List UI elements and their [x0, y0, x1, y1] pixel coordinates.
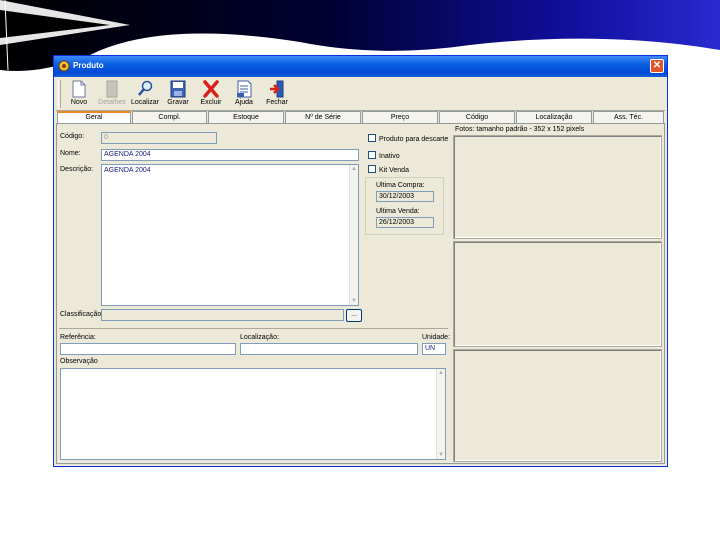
unidade-field[interactable]: UN	[422, 343, 446, 355]
exit-icon	[270, 80, 284, 98]
checkbox-kit-venda[interactable]: Kit Venda	[368, 165, 409, 174]
photos-label: Fotos: tamanho padrão - 352 x 152 pixels	[455, 126, 585, 133]
close-icon: ✕	[652, 60, 662, 71]
help-label: Ajuda	[235, 99, 253, 106]
unidade-label: Unidade:	[422, 334, 451, 341]
ultima-venda-field: 26/12/2003	[376, 217, 434, 228]
save-button[interactable]: Gravar	[161, 79, 195, 110]
ultima-compra-label: Ultima Compra:	[376, 182, 425, 189]
toolbar-grip[interactable]	[58, 80, 61, 108]
localizacao-label: Localização:	[240, 334, 279, 341]
classificacao-label: Classificação:	[60, 311, 104, 318]
details-icon	[106, 80, 118, 98]
ultima-compra-field: 30/12/2003	[376, 191, 434, 202]
delete-button[interactable]: Excluir	[194, 79, 228, 110]
observacao-textarea[interactable]: ▲ ▼	[60, 368, 446, 460]
search-label: Localizar	[130, 99, 159, 106]
window-title: Produto	[73, 61, 104, 70]
scroll-down-icon[interactable]: ▼	[350, 297, 358, 305]
referencia-label: Referência:	[60, 334, 96, 341]
dates-group: Ultima Compra: 30/12/2003 Ultima Venda: …	[365, 177, 444, 235]
help-button[interactable]: Ajuda	[227, 79, 261, 110]
tab-preco[interactable]: Preço	[362, 111, 438, 123]
help-icon	[237, 80, 252, 98]
checkbox-kit-venda-label: Kit Venda	[379, 167, 409, 174]
checkbox-inativo-label: Inativo	[379, 153, 400, 160]
app-icon	[58, 60, 70, 72]
descricao-label: Descrição:	[60, 166, 94, 173]
checkbox-box[interactable]	[368, 134, 376, 142]
save-icon	[170, 80, 186, 98]
checkbox-box[interactable]	[368, 165, 376, 173]
checkbox-descarte[interactable]: Produto para descarte	[368, 134, 448, 143]
tab-codigo[interactable]: Código	[439, 111, 515, 123]
checkbox-box[interactable]	[368, 151, 376, 159]
observacao-scrollbar[interactable]: ▲ ▼	[436, 369, 445, 459]
codigo-label: Código:	[60, 133, 85, 140]
scroll-down-icon[interactable]: ▼	[437, 451, 445, 459]
exit-button[interactable]: Fechar	[260, 79, 294, 110]
tab-strip: Geral Compl. Estoque Nº de Série Preço C…	[56, 111, 665, 124]
title-bar[interactable]: Produto ✕	[54, 56, 667, 77]
tab-compl[interactable]: Compl.	[132, 111, 207, 123]
descricao-textarea[interactable]: AGENDA 2004 ▲ ▼	[101, 164, 359, 306]
tab-ass-tec[interactable]: Ass. Téc.	[593, 111, 664, 123]
new-document-icon	[72, 80, 86, 98]
details-label: Detalhes	[98, 99, 126, 106]
toolbar: Novo Detalhes Localizar Gravar Excluir A…	[56, 78, 665, 111]
referencia-field[interactable]	[60, 343, 236, 355]
details-button[interactable]: Detalhes	[95, 79, 129, 110]
search-icon	[138, 80, 153, 96]
new-button[interactable]: Novo	[62, 79, 96, 110]
descricao-text: AGENDA 2004	[104, 167, 151, 174]
observacao-label: Observação	[60, 358, 98, 365]
exit-label: Fechar	[266, 99, 288, 106]
photo-slot-3[interactable]	[453, 349, 662, 462]
descricao-scrollbar[interactable]: ▲ ▼	[349, 165, 358, 305]
new-label: Novo	[70, 99, 88, 106]
tab-numero-serie[interactable]: Nº de Série	[285, 111, 361, 123]
scroll-up-icon[interactable]: ▲	[350, 165, 358, 173]
tab-estoque[interactable]: Estoque	[208, 111, 284, 123]
classificacao-browse-button[interactable]: ...	[346, 309, 362, 322]
photo-slot-2[interactable]	[453, 241, 662, 347]
ultima-venda-label: Ultima Venda:	[376, 208, 420, 215]
delete-label: Excluir	[200, 99, 222, 106]
search-button[interactable]: Localizar	[128, 79, 162, 110]
section-divider	[59, 328, 448, 329]
photo-slot-1[interactable]	[453, 135, 662, 239]
nome-label: Nome:	[60, 150, 81, 157]
codigo-field[interactable]: 0	[101, 132, 217, 144]
tab-panel-geral: Código: 0 Nome: AGENDA 2004 Descrição: A…	[56, 123, 665, 464]
nome-field[interactable]: AGENDA 2004	[101, 149, 359, 161]
checkbox-inativo[interactable]: Inativo	[368, 151, 400, 160]
product-window: Produto ✕ Novo Detalhes Localizar Gravar…	[53, 55, 668, 467]
close-button[interactable]: ✕	[650, 59, 664, 73]
save-label: Gravar	[167, 99, 189, 106]
classificacao-field[interactable]	[101, 309, 344, 321]
tab-localizacao[interactable]: Localização	[516, 111, 592, 123]
delete-icon	[203, 80, 219, 98]
localizacao-field[interactable]	[240, 343, 418, 355]
checkbox-descarte-label: Produto para descarte	[379, 136, 449, 143]
scroll-up-icon[interactable]: ▲	[437, 369, 445, 377]
